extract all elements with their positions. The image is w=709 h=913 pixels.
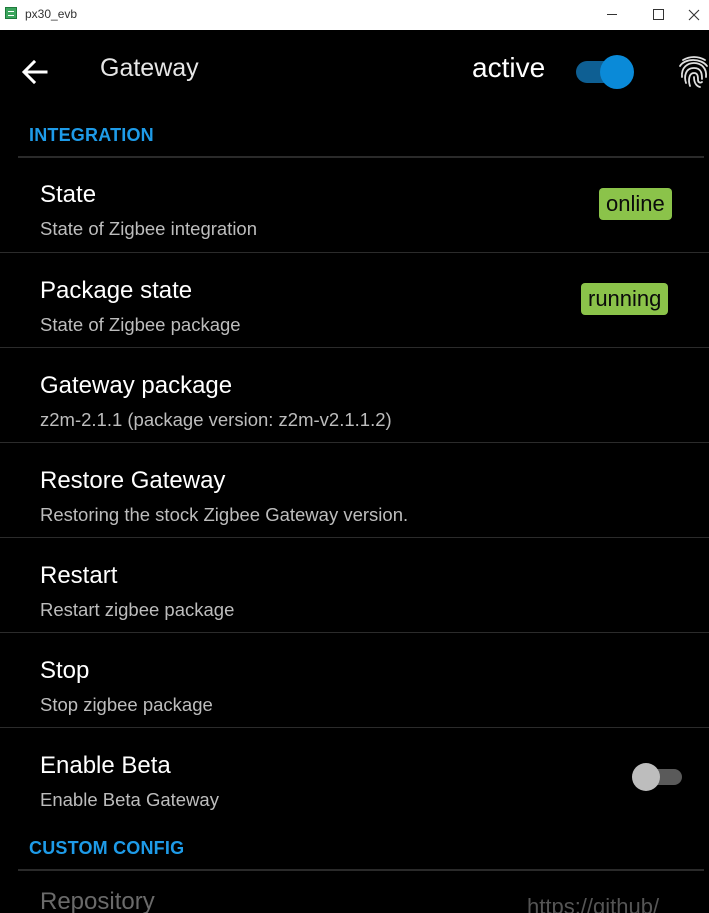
item-subtitle: Enable Beta Gateway (40, 789, 219, 810)
list-item-state[interactable]: State State of Zigbee integration online (0, 157, 709, 252)
item-title: Package state (40, 277, 193, 304)
close-button[interactable] (672, 0, 709, 30)
item-title: Enable Beta (40, 752, 171, 779)
active-toggle-knob (600, 55, 634, 89)
item-subtitle: Restart zigbee package (40, 599, 235, 620)
list-item-restart[interactable]: Restart Restart zigbee package (0, 538, 709, 633)
item-subtitle: Restoring the stock Zigbee Gateway versi… (40, 504, 409, 525)
item-title: Restart (40, 562, 118, 589)
item-subtitle: State of Zigbee package (40, 314, 241, 335)
list-item-repository[interactable]: Repository https://github/ (0, 880, 709, 913)
enable-beta-toggle-knob (632, 763, 660, 791)
item-title: Repository (40, 888, 155, 913)
item-subtitle: z2m-2.1.1 (package version: z2m-v2.1.1.2… (40, 409, 392, 430)
close-icon (688, 9, 700, 21)
active-label: active (472, 52, 546, 83)
fingerprint-icon[interactable] (676, 55, 709, 89)
list-item-package-state[interactable]: Package state State of Zigbee package ru… (0, 253, 709, 348)
arrow-left-icon[interactable] (20, 57, 50, 87)
android-app-icon (5, 7, 17, 19)
list-item-enable-beta[interactable]: Enable Beta Enable Beta Gateway (0, 728, 709, 823)
window-title: px30_evb (25, 7, 78, 21)
item-subtitle: State of Zigbee integration (40, 218, 258, 239)
status-badge: running (581, 283, 669, 315)
window-titlebar: px30_evb (0, 0, 709, 30)
list-item-stop[interactable]: Stop Stop zigbee package (0, 633, 709, 728)
app-header: Gateway active (0, 30, 709, 114)
item-title: State (40, 181, 97, 208)
item-title: Restore Gateway (40, 467, 226, 494)
list-item-gateway-package[interactable]: Gateway package z2m-2.1.1 (package versi… (0, 348, 709, 443)
item-title: Gateway package (40, 372, 233, 399)
enable-beta-toggle[interactable] (632, 761, 684, 791)
section-header-integration: INTEGRATION (29, 125, 154, 145)
section-header-custom-config: CUSTOM CONFIG (29, 838, 185, 858)
minimize-button[interactable] (590, 0, 634, 30)
active-toggle[interactable] (574, 55, 636, 89)
section-divider (18, 869, 704, 871)
item-subtitle: Stop zigbee package (40, 694, 213, 715)
list-item-restore-gateway[interactable]: Restore Gateway Restoring the stock Zigb… (0, 443, 709, 538)
page-title: Gateway (100, 54, 199, 82)
status-badge: online (599, 188, 672, 220)
repository-value: https://github/ (527, 894, 660, 913)
item-title: Stop (40, 657, 90, 684)
